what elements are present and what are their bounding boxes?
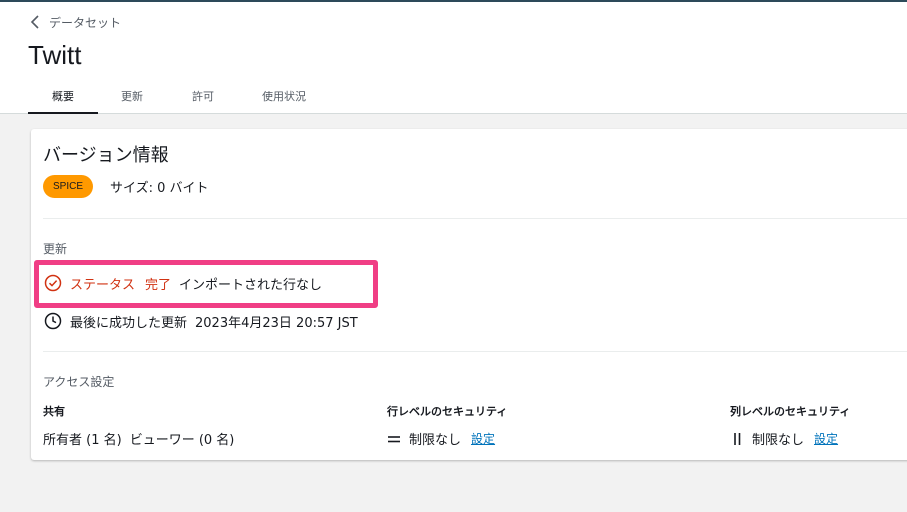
- status-label: ステータス: [70, 277, 136, 293]
- column-security-value: 制限なし: [752, 433, 805, 448]
- column-security-header: 列レベルのセキュリティ: [730, 405, 851, 418]
- row-security-value: 制限なし: [409, 433, 462, 448]
- version-info-card: バージョン情報 SPICE サイズ: 0 バイト 更新 ステータス 完了 インポ…: [31, 129, 907, 460]
- tab-refresh[interactable]: 更新: [111, 88, 153, 114]
- breadcrumb-label: データセット: [49, 15, 122, 30]
- pause-bars-icon: [734, 432, 741, 445]
- divider: [43, 218, 907, 219]
- dataset-size: サイズ: 0 バイト: [110, 181, 209, 196]
- last-refresh-label: 最後に成功した更新: [70, 315, 188, 331]
- divider: [43, 351, 907, 352]
- update-section-label: 更新: [43, 242, 68, 256]
- last-refresh-row: 最後に成功した更新 2023年4月23日 20:57 JST: [44, 312, 358, 331]
- row-security-column: 行レベルのセキュリティ 制限なし 設定: [387, 403, 507, 448]
- sharing-column: 共有 所有者 (1 名) ビューワー (0 名): [43, 403, 234, 448]
- viewers-count: ビューワー (0 名): [129, 433, 235, 448]
- sharing-header: 共有: [43, 405, 65, 418]
- column-security-values: 制限なし 設定: [730, 429, 850, 448]
- status-value: 完了: [145, 277, 172, 293]
- clock-icon: [44, 312, 62, 330]
- owners-count: 所有者 (1 名): [43, 433, 122, 448]
- sharing-values: 所有者 (1 名) ビューワー (0 名): [43, 429, 234, 448]
- row-security-settings-link[interactable]: 設定: [471, 430, 495, 447]
- chevron-left-icon: [30, 15, 39, 29]
- page-title: Twitt: [28, 40, 82, 70]
- spice-badge: SPICE: [43, 175, 93, 198]
- last-refresh-date: 2023年4月23日 20:57 JST: [195, 315, 358, 331]
- version-info-title: バージョン情報: [43, 145, 169, 166]
- tab-overview[interactable]: 概要: [28, 88, 98, 114]
- status-row: ステータス 完了 インポートされた行なし: [44, 274, 323, 293]
- status-detail: インポートされた行なし: [179, 277, 323, 293]
- tab-permissions[interactable]: 許可: [183, 88, 223, 114]
- check-circle-icon: [44, 274, 62, 292]
- row-security-header: 行レベルのセキュリティ: [387, 405, 508, 418]
- tab-usage[interactable]: 使用状況: [253, 88, 315, 114]
- column-security-settings-link[interactable]: 設定: [814, 430, 838, 447]
- page-header: データセット Twitt 概要 更新 許可 使用状況: [0, 2, 907, 114]
- row-security-values: 制限なし 設定: [387, 429, 507, 448]
- column-security-column: 列レベルのセキュリティ 制限なし 設定: [730, 403, 850, 448]
- equals-icon: [388, 435, 400, 442]
- back-to-datasets-link[interactable]: データセット: [30, 13, 121, 31]
- access-settings-label: アクセス設定: [43, 375, 115, 389]
